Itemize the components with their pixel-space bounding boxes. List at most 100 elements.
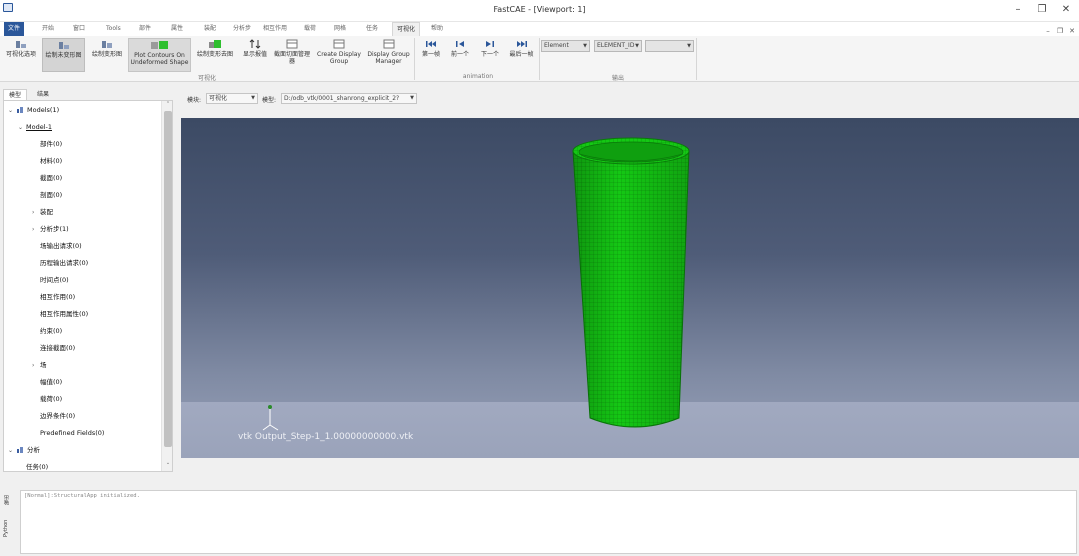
- tree-node[interactable]: ⌄ Model-1: [18, 119, 52, 136]
- tree-node[interactable]: 部件(0): [32, 136, 62, 153]
- tree-node[interactable]: › 场: [32, 357, 47, 374]
- tree-node[interactable]: 场输出请求(0): [32, 238, 82, 255]
- tree-node[interactable]: 相互作用属性(0): [32, 306, 88, 323]
- tab-results[interactable]: 结果: [32, 89, 54, 100]
- module-label: 模块:: [187, 97, 202, 104]
- tree-toggle-icon[interactable]: ›: [32, 357, 40, 374]
- tab-model[interactable]: 模型: [3, 89, 28, 100]
- tree-node[interactable]: 时间点(0): [32, 272, 69, 289]
- model-tree[interactable]: ⌄ Models(1) ⌄ Model-1 部件(0) 材料(0) 截面(0) 剖面(0) › 装…: [3, 100, 173, 472]
- display-group-icon: [333, 39, 345, 49]
- sub-restore-button[interactable]: ❐: [1055, 26, 1065, 36]
- axis-triad-icon: [262, 405, 279, 431]
- tree-node[interactable]: 任务(0): [18, 459, 48, 471]
- last-frame-button[interactable]: 最后一帧: [506, 38, 537, 72]
- cut-manager-button[interactable]: 截面切面管理器: [273, 38, 311, 72]
- plot-contours-undeformed-label: Plot Contours On Undeformed Shape: [130, 52, 189, 66]
- viewport-scene: [262, 137, 690, 431]
- tree-node[interactable]: 载荷(0): [32, 391, 62, 408]
- tab-mesh[interactable]: 网格: [330, 22, 350, 36]
- output-component-combo[interactable]: ▼: [645, 40, 694, 52]
- show-values-label: 显示报值: [242, 51, 267, 58]
- plot-contours-deformed-button[interactable]: 绘制变形去图: [194, 38, 236, 72]
- tab-home[interactable]: 开始: [38, 22, 58, 36]
- tab-python[interactable]: Python: [3, 516, 15, 540]
- tree-node-label: 约束(0): [40, 327, 63, 335]
- tree-node[interactable]: › 分析步(1): [32, 221, 69, 238]
- tree-node[interactable]: 幅值(0): [32, 374, 62, 391]
- tree-tab-bar: 模型 结果: [0, 89, 176, 100]
- tree-toggle-icon[interactable]: ⌄: [8, 442, 16, 459]
- tree-node[interactable]: Predefined Fields(0): [32, 425, 104, 442]
- tab-job[interactable]: 任务: [362, 22, 382, 36]
- minimize-button[interactable]: –: [1007, 2, 1029, 18]
- tab-load[interactable]: 载荷: [300, 22, 320, 36]
- tree-node[interactable]: 边界条件(0): [32, 408, 75, 425]
- sub-minimize-button[interactable]: –: [1043, 26, 1053, 36]
- tab-assembly[interactable]: 装配: [200, 22, 220, 36]
- plot-deformed-button[interactable]: 绘制变形图: [88, 38, 126, 72]
- tree-toggle-icon[interactable]: ›: [32, 204, 40, 221]
- plot-contours-deformed-label: 绘制变形去图: [196, 51, 233, 58]
- tree-node-label: 截面(0): [40, 174, 63, 182]
- model-select-value: D:/odb_vtk/0001_shanrong_explicit_2?: [284, 95, 400, 102]
- tree-scroll-thumb[interactable]: [164, 111, 172, 447]
- tree-node[interactable]: 相互作用(0): [32, 289, 75, 306]
- create-display-group-button[interactable]: Create Display Group: [314, 38, 364, 72]
- tree-scrollbar[interactable]: ⌃ ⌄: [161, 101, 172, 471]
- first-frame-label: 第一帧: [421, 51, 440, 58]
- output-field-value: ELEMENT_ID: [597, 42, 635, 49]
- tree-node[interactable]: 截面(0): [32, 170, 62, 187]
- undeformed-icon: [58, 42, 69, 49]
- tab-file[interactable]: 文件: [4, 22, 25, 36]
- output-console[interactable]: [Normal]:StructuralApp initialized.: [20, 490, 1077, 554]
- tree-toggle-icon[interactable]: ⌄: [18, 119, 26, 136]
- tree-node[interactable]: › 装配: [32, 204, 53, 221]
- tree-node[interactable]: 连接截面(0): [32, 340, 75, 357]
- module-select[interactable]: 可视化 ▼: [206, 93, 258, 104]
- tree-node[interactable]: ⌄ Models(1): [8, 102, 59, 119]
- tree-toggle-icon[interactable]: ›: [32, 221, 40, 238]
- last-frame-label: 最后一帧: [509, 51, 534, 58]
- sub-close-button[interactable]: ✕: [1067, 26, 1077, 36]
- maximize-button[interactable]: ❐: [1031, 2, 1053, 18]
- tree-node[interactable]: 约束(0): [32, 323, 62, 340]
- scroll-down-icon[interactable]: ⌄: [162, 460, 172, 469]
- tab-tools[interactable]: Tools: [102, 22, 125, 36]
- first-frame-button[interactable]: 第一帧: [418, 38, 444, 72]
- viz-options-button[interactable]: 可视化选项: [2, 38, 40, 72]
- tab-step[interactable]: 分析步: [229, 22, 255, 36]
- tree-toggle-icon[interactable]: ⌄: [8, 102, 16, 119]
- chevron-down-icon: ▼: [687, 43, 691, 49]
- tab-part[interactable]: 部件: [135, 22, 155, 36]
- tree-node[interactable]: 材料(0): [32, 153, 62, 170]
- tree-node-label: 分析: [27, 446, 40, 454]
- plot-undeformed-button[interactable]: 绘制未变形图: [42, 38, 85, 72]
- plot-contours-undeformed-button[interactable]: Plot Contours On Undeformed Shape: [128, 38, 191, 72]
- show-values-button[interactable]: 显示报值: [239, 38, 271, 72]
- next-frame-button[interactable]: 下一个: [477, 38, 503, 72]
- tab-property[interactable]: 属性: [167, 22, 187, 36]
- prev-frame-button[interactable]: 前一个: [447, 38, 473, 72]
- scroll-up-icon[interactable]: ⌃: [162, 101, 172, 110]
- tree-node[interactable]: 历程输出请求(0): [32, 255, 88, 272]
- viz-options-label: 可视化选项: [5, 51, 36, 58]
- tab-visualization[interactable]: 可视化: [392, 22, 421, 36]
- model-tree-icon: [17, 107, 23, 113]
- tree-node[interactable]: ⌄ 分析: [8, 442, 40, 459]
- tree-node[interactable]: 剖面(0): [32, 187, 62, 204]
- output-field-combo[interactable]: ELEMENT_ID ▼: [594, 40, 642, 52]
- output-entity-combo[interactable]: Element ▼: [541, 40, 590, 52]
- cylinder-mesh[interactable]: [572, 137, 690, 428]
- viewport[interactable]: vtk Output_Step-1_1.00000000000.vtk: [181, 118, 1079, 458]
- tab-output[interactable]: 输出: [3, 492, 15, 508]
- model-select[interactable]: D:/odb_vtk/0001_shanrong_explicit_2? ▼: [281, 93, 417, 104]
- tab-window[interactable]: 窗口: [69, 22, 89, 36]
- tab-interaction[interactable]: 相互作用: [259, 22, 291, 36]
- chevron-down-icon: ▼: [251, 95, 255, 101]
- viz-options-icon: [16, 41, 26, 48]
- close-button[interactable]: ✕: [1055, 2, 1077, 18]
- display-group-manager-button[interactable]: Display Group Manager: [366, 38, 411, 72]
- tab-help[interactable]: 帮助: [427, 22, 447, 36]
- module-select-value: 可视化: [209, 95, 228, 102]
